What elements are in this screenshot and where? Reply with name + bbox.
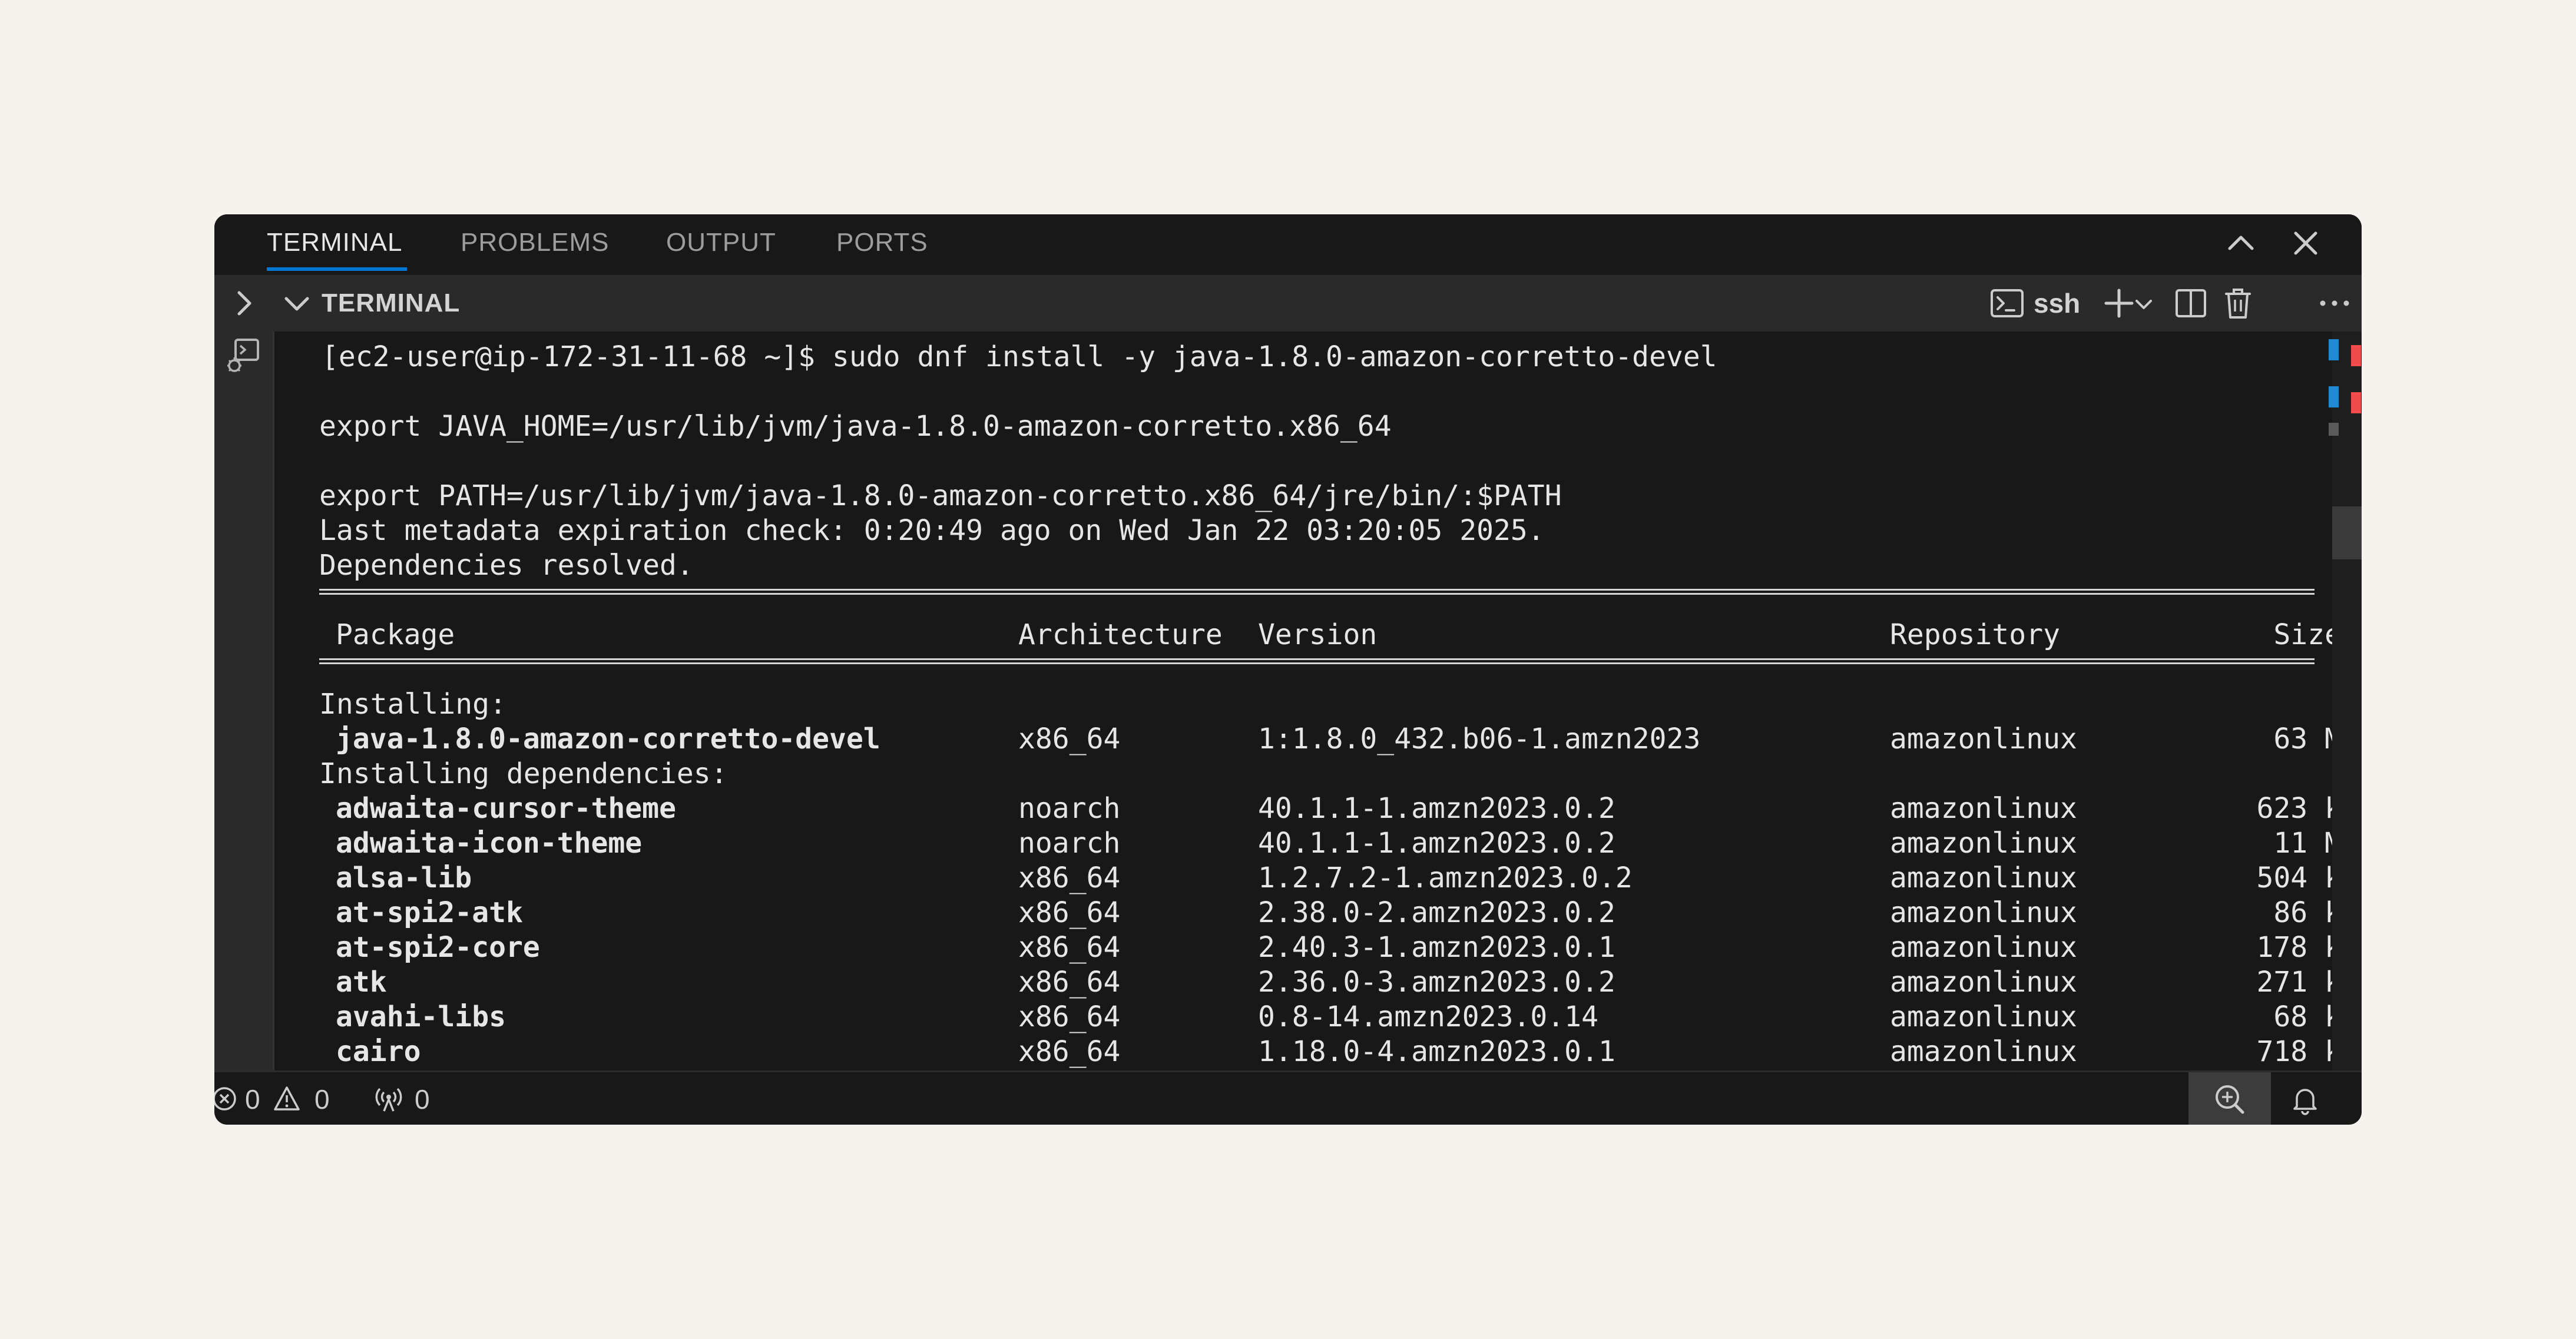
dep-name: at-spi2-core	[336, 931, 540, 964]
terminal-tabs-sidebar	[214, 332, 274, 1070]
dep-name: alsa-lib	[336, 861, 472, 894]
export-path-line: export PATH=/usr/lib/jvm/java-1.8.0-amaz…	[319, 479, 1562, 512]
scroll-marker	[2329, 339, 2339, 360]
dep-arch: x86_64	[1018, 1035, 1121, 1068]
error-icon	[214, 1085, 238, 1112]
dep-version: 2.40.3-1.amzn2023.0.1	[1258, 931, 1615, 964]
dep-size: 11 M	[2273, 827, 2332, 860]
deps-resolved-line: Dependencies resolved.	[319, 549, 694, 582]
dep-arch: x86_64	[1018, 896, 1121, 929]
dep-size: 623 k	[2256, 792, 2333, 825]
header-action-icons	[214, 275, 2362, 332]
dep-repo: amazonlinux	[1890, 827, 2077, 860]
chevron-up-icon[interactable]	[2220, 223, 2262, 264]
scrollbar-thumb[interactable]	[2332, 506, 2362, 559]
dep-name: at-spi2-atk	[336, 896, 523, 929]
dep-name: atk	[336, 966, 387, 999]
dep-version: 2.38.0-2.amzn2023.0.2	[1258, 896, 1615, 929]
panel-tab-bar: TERMINAL PROBLEMS OUTPUT PORTS	[214, 214, 2362, 275]
main-package-repo: amazonlinux	[1890, 722, 2077, 755]
bell-icon[interactable]	[2289, 1083, 2322, 1116]
dep-repo: amazonlinux	[1890, 1035, 2077, 1068]
dropdown-icon[interactable]	[2131, 283, 2157, 323]
dep-arch: x86_64	[1018, 966, 1121, 999]
dep-size: 718 k	[2256, 1035, 2333, 1068]
dep-name: avahi-libs	[336, 1000, 506, 1033]
main-package-name: java-1.8.0-amazon-corretto-devel	[336, 722, 880, 755]
dep-arch: x86_64	[1018, 931, 1121, 964]
prompt-line: [ec2-user@ip-172-31-11-68 ~]$ sudo dnf i…	[322, 340, 1717, 373]
tab-ports[interactable]: PORTS	[836, 218, 928, 267]
tab-problems[interactable]: PROBLEMS	[461, 218, 610, 267]
installing-label: Installing:	[319, 688, 506, 721]
main-package-size: 63 M	[2273, 722, 2332, 755]
ports-count[interactable]: 0	[415, 1072, 430, 1125]
dep-version: 40.1.1-1.amzn2023.0.2	[1258, 792, 1615, 825]
dep-repo: amazonlinux	[1890, 861, 2077, 894]
dep-name: cairo	[336, 1035, 421, 1068]
dep-size: 68 k	[2273, 1000, 2332, 1033]
dep-repo: amazonlinux	[1890, 792, 2077, 825]
error-count[interactable]: 0	[245, 1072, 260, 1125]
dep-arch: x86_64	[1018, 861, 1121, 894]
status-bar: 0 0 0	[214, 1070, 2362, 1125]
header-size: Size	[2273, 618, 2332, 651]
dep-size: 178 k	[2256, 931, 2333, 964]
terminal-output[interactable]: [ec2-user@ip-172-31-11-68 ~]$ sudo dnf i…	[274, 332, 2332, 1070]
warning-count[interactable]: 0	[314, 1072, 330, 1125]
dep-arch: x86_64	[1018, 1000, 1121, 1033]
dep-repo: amazonlinux	[1890, 931, 2077, 964]
scroll-marker	[2351, 345, 2361, 366]
dep-name: adwaita-cursor-theme	[336, 792, 676, 825]
installing-deps-label: Installing dependencies:	[319, 757, 728, 790]
trash-icon[interactable]	[2218, 283, 2258, 323]
dep-name: adwaita-icon-theme	[336, 827, 643, 860]
metadata-line: Last metadata expiration check: 0:20:49 …	[319, 514, 1545, 547]
dep-version: 1.2.7.2-1.amzn2023.0.2	[1258, 861, 1633, 894]
main-package-arch: x86_64	[1018, 722, 1121, 755]
main-package-version: 1:1.8.0_432.b06-1.amzn2023	[1258, 722, 1701, 755]
header-architecture: Architecture	[1018, 618, 1223, 651]
table-rule-bottom	[319, 658, 2315, 664]
dep-size: 271 k	[2256, 966, 2333, 999]
header-package: Package	[336, 618, 455, 651]
table-rule-top	[319, 589, 2315, 595]
zoom-button[interactable]	[2188, 1072, 2271, 1125]
tab-terminal[interactable]: TERMINAL	[267, 218, 408, 271]
close-icon[interactable]	[2285, 223, 2326, 264]
scroll-marker	[2329, 423, 2339, 436]
tab-output[interactable]: OUTPUT	[666, 218, 776, 267]
header-version: Version	[1258, 618, 1378, 651]
header-repository: Repository	[1890, 618, 2060, 651]
scroll-marker	[2351, 392, 2361, 413]
dep-repo: amazonlinux	[1890, 966, 2077, 999]
dep-size: 504 k	[2256, 861, 2333, 894]
dep-arch: noarch	[1018, 792, 1121, 825]
scroll-marker	[2329, 386, 2339, 407]
export-java-home-line: export JAVA_HOME=/usr/lib/jvm/java-1.8.0…	[319, 410, 1392, 443]
dep-version: 1.18.0-4.amzn2023.0.1	[1258, 1035, 1615, 1068]
terminal-panel-window: TERMINAL PROBLEMS OUTPUT PORTS TERMINAL …	[214, 214, 2362, 1125]
debug-terminal-icon[interactable]	[223, 335, 265, 377]
dep-version: 40.1.1-1.amzn2023.0.2	[1258, 827, 1615, 860]
dep-version: 0.8-14.amzn2023.0.14	[1258, 1000, 1598, 1033]
dep-size: 86 k	[2273, 896, 2332, 929]
terminal-scrollbar[interactable]	[2332, 332, 2362, 1070]
dep-arch: noarch	[1018, 827, 1121, 860]
broadcast-icon	[373, 1084, 404, 1115]
dep-repo: amazonlinux	[1890, 1000, 2077, 1033]
dep-repo: amazonlinux	[1890, 896, 2077, 929]
warning-icon	[272, 1084, 302, 1113]
split-icon[interactable]	[2171, 283, 2211, 323]
dep-version: 2.36.0-3.amzn2023.0.2	[1258, 966, 1615, 999]
